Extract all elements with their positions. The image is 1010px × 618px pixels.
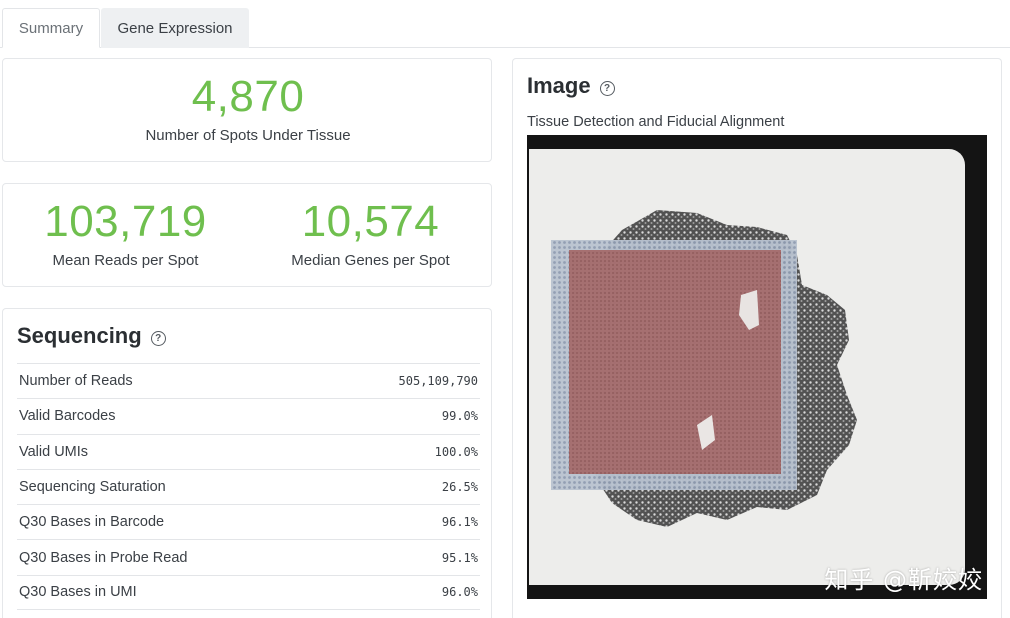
row-value: 505,109,790: [398, 374, 478, 389]
image-card: Image ? Tissue Detection and Fiducial Al…: [512, 58, 1002, 618]
median-genes-value: 10,574: [301, 197, 440, 246]
image-title: Image ?: [527, 73, 615, 99]
median-genes-label: Median Genes per Spot: [291, 252, 450, 269]
table-row: Valid Barcodes 99.0%: [17, 398, 480, 433]
sequencing-card: Sequencing ? Number of Reads 505,109,790…: [2, 308, 492, 618]
row-label: Valid Barcodes: [19, 408, 116, 425]
row-value: 96.1%: [441, 515, 478, 530]
sequencing-title: Sequencing ?: [17, 323, 166, 349]
row-value: 100.0%: [434, 444, 478, 459]
row-label: Q30 Bases in Barcode: [19, 514, 165, 531]
row-label: Valid UMIs: [19, 443, 89, 460]
row-label: Sequencing Saturation: [19, 479, 166, 496]
spots-under-tissue-label: Number of Spots Under Tissue: [145, 127, 351, 144]
question-circle-icon[interactable]: ?: [599, 80, 615, 96]
row-label: Q30 Bases in Probe Read: [19, 549, 188, 566]
tissue-image: 知乎 @靳姣姣: [527, 135, 987, 599]
row-value: 99.0%: [441, 409, 478, 424]
sequencing-title-text: Sequencing: [17, 323, 142, 348]
tab-gene-expression[interactable]: Gene Expression: [101, 8, 249, 48]
sequencing-table: Number of Reads 505,109,790 Valid Barcod…: [17, 363, 480, 611]
mean-reads-value: 103,719: [44, 197, 207, 246]
row-value: 95.1%: [441, 550, 478, 565]
row-value: 96.0%: [441, 585, 478, 600]
spots-under-tissue-value: 4,870: [191, 72, 305, 121]
table-row: Sequencing Saturation 26.5%: [17, 468, 480, 504]
row-label: Number of Reads: [19, 373, 133, 390]
question-circle-icon[interactable]: ?: [150, 330, 166, 346]
image-subtitle: Tissue Detection and Fiducial Alignment: [527, 114, 785, 130]
spots-under-tissue-card: 4,870 Number of Spots Under Tissue: [2, 58, 492, 162]
table-row: Number of Reads 505,109,790: [17, 363, 480, 398]
table-row: Valid UMIs 100.0%: [17, 433, 480, 469]
spots-overlay: [569, 250, 781, 474]
reads-genes-card: 103,719 Mean Reads per Spot 10,574 Media…: [2, 183, 492, 287]
table-row: Q30 Bases in UMI 96.0%: [17, 574, 480, 611]
table-row: Q30 Bases in Barcode 96.1%: [17, 504, 480, 539]
mean-reads-label: Mean Reads per Spot: [52, 252, 199, 269]
tissue-section-graphic: [551, 210, 857, 527]
table-row: Q30 Bases in Probe Read 95.1%: [17, 539, 480, 574]
tab-summary[interactable]: Summary: [2, 8, 100, 48]
row-label: Q30 Bases in UMI: [19, 584, 137, 601]
image-title-text: Image: [527, 73, 591, 98]
row-value: 26.5%: [441, 480, 478, 495]
tab-bar: Summary Gene Expression: [0, 0, 1010, 48]
watermark-text: 知乎 @靳姣姣: [824, 566, 983, 594]
